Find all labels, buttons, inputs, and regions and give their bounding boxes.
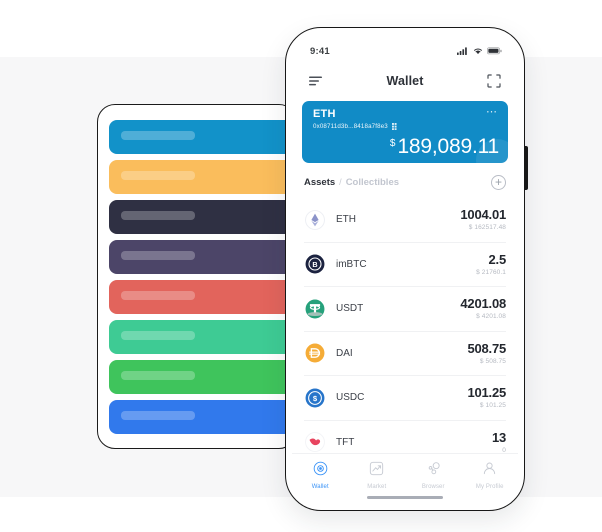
svg-text:$: $ bbox=[313, 394, 318, 403]
asset-amount: 1004.01 bbox=[460, 207, 506, 223]
balance-currency-symbol: $ bbox=[389, 138, 396, 149]
more-dots-icon[interactable]: ⋯ bbox=[486, 107, 498, 118]
token-card-placeholder-bar bbox=[121, 131, 195, 140]
asset-values: 2.5 $ 21760.1 bbox=[476, 251, 507, 276]
token-card[interactable] bbox=[109, 120, 296, 154]
balance-card-symbol: ETH bbox=[313, 108, 336, 120]
balance-card[interactable]: ETH ⋯ 0x08711d3b...8418a7f8e3 $ 189,089.… bbox=[302, 101, 508, 163]
token-card-stack-panel: BNBL bbox=[97, 104, 297, 449]
asset-symbol: TFT bbox=[336, 436, 355, 448]
token-card[interactable]: L bbox=[109, 400, 296, 434]
token-card-placeholder-bar bbox=[121, 371, 195, 380]
asset-values: 1004.01 $ 162517.48 bbox=[460, 207, 506, 232]
token-card-list: BNBL bbox=[109, 120, 296, 440]
asset-row[interactable]: BimBTC 2.5 $ 21760.1 bbox=[304, 241, 507, 287]
status-icons bbox=[457, 47, 502, 55]
dai-coin-icon bbox=[304, 342, 326, 364]
page-title: Wallet bbox=[386, 74, 424, 88]
tab-label: My Profile bbox=[475, 484, 504, 490]
asset-amount: 2.5 bbox=[488, 251, 507, 267]
phone-power-button[interactable] bbox=[524, 146, 528, 190]
asset-symbol: ETH bbox=[336, 214, 356, 226]
asset-fiat-value: $ 162517.48 bbox=[468, 224, 506, 232]
token-card[interactable]: B bbox=[109, 360, 296, 394]
asset-fiat-value: $ 21760.1 bbox=[476, 268, 506, 276]
tab-assets[interactable]: Assets bbox=[304, 177, 335, 188]
asset-symbol: imBTC bbox=[336, 258, 367, 270]
tab-label: Market bbox=[367, 484, 387, 490]
browser-icon bbox=[426, 461, 441, 481]
usdt-coin-icon bbox=[304, 298, 326, 320]
eth-coin-icon bbox=[304, 209, 326, 231]
asset-row[interactable]: USDT 4201.08 $ 4201.08 bbox=[304, 286, 506, 331]
asset-row[interactable]: TFT 13 0 bbox=[304, 419, 506, 453]
imbtc-coin-icon: B bbox=[304, 253, 326, 275]
phone-screen: 9:41 Wallet ETH ⋯ 0x08711d3b...8418a7f8e… bbox=[292, 34, 518, 504]
tab-wallet[interactable]: Wallet bbox=[292, 461, 349, 490]
balance-amount: 189,089.11 bbox=[397, 135, 499, 158]
copy-icon[interactable] bbox=[391, 123, 399, 130]
tab-separator: / bbox=[339, 177, 342, 187]
plus-circle-icon[interactable]: + bbox=[491, 175, 506, 190]
asset-values: 508.75 $ 508.75 bbox=[467, 340, 506, 365]
token-card-placeholder-bar bbox=[121, 251, 195, 260]
token-card[interactable] bbox=[109, 280, 296, 314]
scan-qr-icon[interactable] bbox=[484, 71, 504, 91]
asset-values: 13 0 bbox=[491, 429, 506, 452]
bottom-tab-bar: Wallet Market Browser My Profile bbox=[292, 452, 519, 496]
asset-amount: 4201.08 bbox=[460, 296, 506, 312]
token-card-placeholder-bar bbox=[121, 291, 195, 300]
assets-tab-group: Assets / Collectibles bbox=[304, 177, 399, 188]
balance-amount-row: $ 189,089.11 bbox=[390, 135, 499, 159]
phone-mockup: 9:41 Wallet ETH ⋯ 0x08711d3b...8418a7f8e… bbox=[285, 27, 528, 511]
svg-text:B: B bbox=[312, 260, 317, 269]
token-card-placeholder-bar bbox=[121, 211, 195, 220]
asset-symbol: USDC bbox=[336, 392, 365, 404]
tab-label: Browser bbox=[421, 484, 445, 490]
hamburger-menu-icon[interactable] bbox=[306, 71, 326, 91]
tab-market[interactable]: Market bbox=[349, 461, 406, 490]
asset-fiat-value: $ 508.75 bbox=[479, 357, 506, 365]
asset-row[interactable]: ETH 1004.01 $ 162517.48 bbox=[304, 198, 506, 242]
asset-symbol: DAI bbox=[336, 347, 353, 359]
nav-bar: Wallet bbox=[292, 64, 518, 98]
home-indicator bbox=[367, 495, 443, 499]
asset-values: 101.25 $ 101.25 bbox=[467, 385, 506, 410]
token-card[interactable] bbox=[109, 200, 296, 234]
wallet-address-row[interactable]: 0x08711d3b...8418a7f8e3 bbox=[313, 123, 399, 130]
tab-collectibles[interactable]: Collectibles bbox=[346, 177, 399, 188]
tab-browser[interactable]: Browser bbox=[405, 461, 462, 490]
wallet-address: 0x08711d3b...8418a7f8e3 bbox=[313, 123, 388, 130]
tab-label: Wallet bbox=[311, 484, 329, 490]
battery-icon bbox=[487, 47, 502, 55]
token-card[interactable] bbox=[109, 240, 296, 274]
cellular-signal-icon bbox=[457, 47, 467, 55]
market-icon bbox=[369, 461, 384, 481]
token-card[interactable]: B bbox=[109, 160, 296, 194]
status-bar: 9:41 bbox=[292, 34, 518, 64]
asset-fiat-value: $ 4201.08 bbox=[476, 313, 506, 321]
wallet-icon bbox=[313, 461, 328, 481]
asset-row[interactable]: $ USDC 101.25 $ 101.25 bbox=[304, 375, 506, 420]
status-time: 9:41 bbox=[310, 45, 330, 57]
asset-fiat-value: $ 101.25 bbox=[479, 402, 506, 410]
tft-coin-icon bbox=[304, 431, 326, 453]
assets-header: Assets / Collectibles + bbox=[292, 163, 518, 198]
profile-icon bbox=[482, 461, 497, 481]
asset-amount: 101.25 bbox=[467, 385, 506, 401]
asset-symbol: USDT bbox=[336, 303, 364, 315]
asset-values: 4201.08 $ 4201.08 bbox=[460, 296, 506, 321]
asset-amount: 508.75 bbox=[467, 340, 506, 356]
asset-amount: 13 bbox=[491, 429, 506, 445]
asset-row[interactable]: DAI 508.75 $ 508.75 bbox=[304, 330, 506, 376]
wifi-icon bbox=[474, 48, 482, 55]
asset-list: ETH 1004.01 $ 162517.48 BimBTC 2.5 $ 21760.1 U… bbox=[292, 198, 518, 453]
tab-my-profile[interactable]: My Profile bbox=[462, 461, 519, 490]
screenshot-stage: BNBL 9:41 bbox=[0, 0, 602, 532]
token-card-placeholder-bar bbox=[121, 331, 195, 340]
token-card[interactable]: N bbox=[109, 320, 296, 354]
token-card-placeholder-bar bbox=[121, 171, 195, 180]
usdc-coin-icon: $ bbox=[304, 387, 326, 409]
token-card-placeholder-bar bbox=[121, 411, 195, 420]
